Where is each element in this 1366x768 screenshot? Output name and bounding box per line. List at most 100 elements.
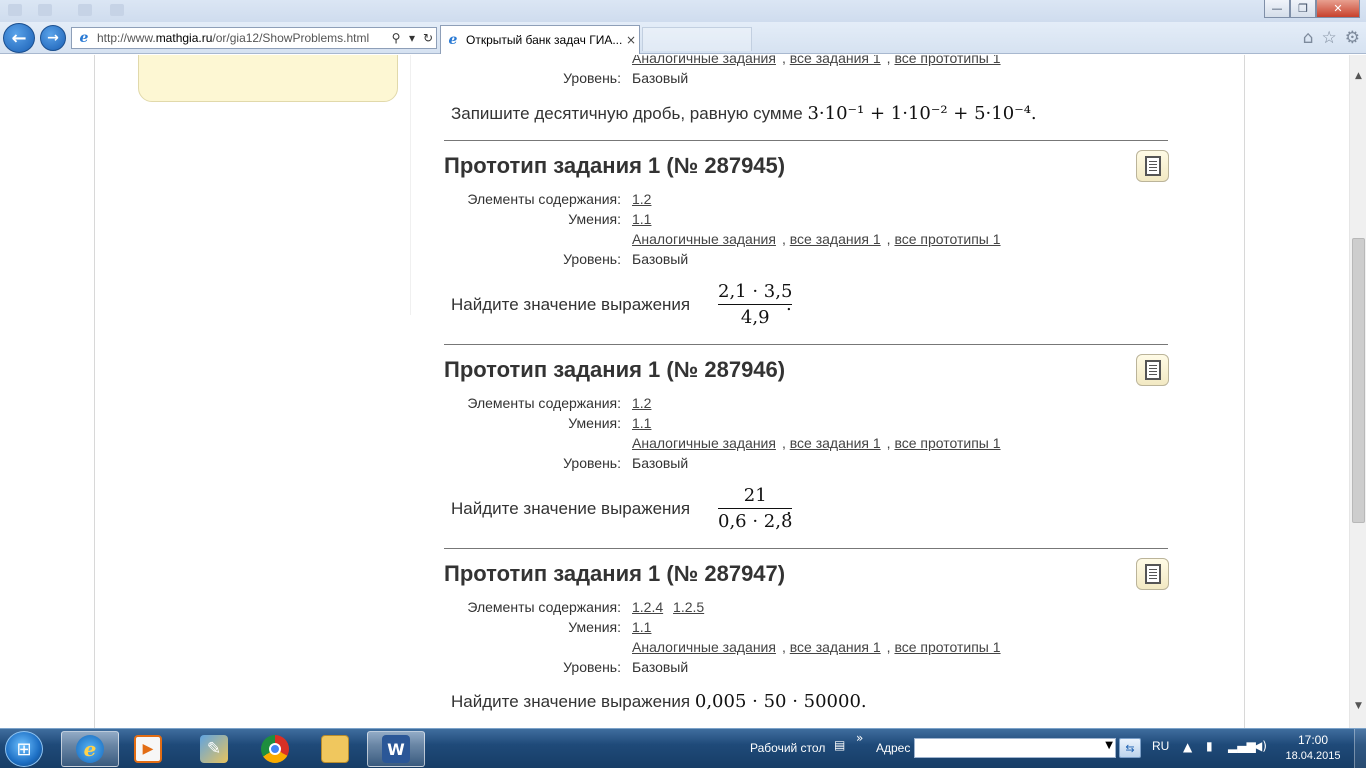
start-button[interactable]: ⊞	[5, 731, 43, 767]
all-tasks-link[interactable]: все задания 1	[790, 639, 881, 655]
all-prototypes-link[interactable]: все прототипы 1	[894, 435, 1000, 451]
favorites-icon[interactable]: ☆	[1322, 28, 1337, 48]
prototype-title: Прототип задания 1 (№ 287945)	[444, 153, 786, 178]
similar-links-row: Аналогичные задания, все задания 1, все …	[632, 231, 1001, 247]
element-link[interactable]: 1.2.4	[632, 599, 663, 615]
scrollbar-thumb[interactable]	[1352, 238, 1365, 523]
scroll-down-arrow[interactable]: ▼	[1350, 697, 1366, 714]
quick-access-icon[interactable]	[110, 4, 124, 16]
element-link[interactable]: 1.2	[632, 191, 651, 207]
all-tasks-link[interactable]: все задания 1	[790, 55, 881, 66]
gear-icon[interactable]: ⚙	[1345, 28, 1360, 48]
internet-explorer-icon: e	[76, 735, 104, 763]
search-icon[interactable]: ⚲	[388, 31, 404, 45]
math-fraction: 2,1 · 3,5 4,9	[718, 281, 793, 328]
home-icon[interactable]: ⌂	[1303, 28, 1314, 48]
skill-link[interactable]: 1.1	[632, 619, 651, 635]
desktop-toolbar-label[interactable]: Рабочий стол	[750, 741, 825, 755]
print-button[interactable]	[1136, 354, 1169, 386]
chevron-right-icon[interactable]: »	[856, 731, 863, 745]
elements-values: 1.2.4 1.2.5	[632, 599, 710, 615]
quick-access-icon[interactable]	[38, 4, 52, 16]
document-icon	[1144, 360, 1161, 380]
show-hidden-icons[interactable]: ▲	[1183, 740, 1192, 754]
divider	[444, 548, 1168, 549]
close-tab-icon[interactable]: ×	[623, 33, 639, 47]
skill-link[interactable]: 1.1	[632, 211, 651, 227]
element-link[interactable]: 1.2.5	[673, 599, 704, 615]
task-statement: Найдите значение выражения 0,005 · 50 · …	[451, 691, 867, 712]
quick-access-icon[interactable]	[8, 4, 22, 16]
elements-label: Элементы содержания:	[467, 599, 621, 615]
show-desktop-button[interactable]	[1354, 729, 1366, 768]
all-tasks-link[interactable]: все задания 1	[790, 231, 881, 247]
vertical-scrollbar[interactable]: ▲ ▼	[1349, 55, 1366, 728]
divider	[444, 140, 1168, 141]
url-text[interactable]: http://www.mathgia.ru/or/gia12/ShowProbl…	[97, 31, 388, 45]
fraction-denominator: 0,6 · 2,8	[718, 511, 793, 532]
sidebar-panel	[138, 55, 398, 102]
new-tab-button[interactable]	[642, 27, 752, 51]
battery-icon[interactable]: ▮	[1206, 739, 1213, 753]
fraction-numerator: 2,1 · 3,5	[718, 281, 793, 302]
language-indicator[interactable]: RU	[1152, 739, 1169, 753]
similar-tasks-link[interactable]: Аналогичные задания	[632, 231, 776, 247]
column-divider	[410, 55, 411, 315]
quick-access-icon[interactable]	[78, 4, 92, 16]
chevron-down-icon[interactable]: ▾	[404, 31, 420, 45]
desktop-toolbar-icon[interactable]: ▤	[834, 738, 845, 752]
print-button[interactable]	[1136, 150, 1169, 182]
skill-link[interactable]: 1.1	[632, 415, 651, 431]
go-button[interactable]: ⇆	[1119, 738, 1141, 758]
similar-tasks-link[interactable]: Аналогичные задания	[632, 435, 776, 451]
similar-links-row: Аналогичные задания, все задания 1, все …	[632, 639, 1001, 655]
divider	[444, 344, 1168, 345]
ie-tab-icon: e	[448, 32, 458, 48]
similar-tasks-link[interactable]: Аналогичные задания	[632, 55, 776, 66]
all-prototypes-link[interactable]: все прототипы 1	[894, 231, 1000, 247]
taskbar-media-button[interactable]: ▶	[119, 731, 177, 767]
all-prototypes-link[interactable]: все прототипы 1	[894, 55, 1000, 66]
word-icon: W	[382, 735, 410, 763]
ie-page-icon: e	[79, 30, 89, 46]
element-link[interactable]: 1.2	[632, 395, 651, 411]
similar-tasks-link[interactable]: Аналогичные задания	[632, 639, 776, 655]
chevron-down-icon[interactable]: ▼	[1105, 740, 1113, 751]
taskbar-ie-button[interactable]: e	[61, 731, 119, 767]
document-icon	[1144, 564, 1161, 584]
skills-label: Умения:	[568, 211, 621, 227]
refresh-icon[interactable]: ↻	[420, 31, 436, 45]
network-signal-icon[interactable]: ▂▄▆	[1228, 739, 1256, 753]
elements-values: 1.2	[632, 191, 657, 207]
address-bar[interactable]: e http://www.mathgia.ru/or/gia12/ShowPro…	[71, 27, 437, 49]
all-prototypes-link[interactable]: все прототипы 1	[894, 639, 1000, 655]
math-expression: 0,005 · 50 · 50000.	[694, 691, 867, 712]
scroll-up-arrow[interactable]: ▲	[1350, 67, 1366, 84]
level-label: Уровень:	[563, 251, 621, 267]
system-clock[interactable]: 17:00 18.04.2015	[1276, 733, 1350, 762]
tab-title: Открытый банк задач ГИА...	[466, 33, 623, 47]
taskbar-explorer-button[interactable]	[306, 731, 364, 767]
back-button[interactable]: ←	[3, 23, 35, 53]
taskbar-paint-button[interactable]: ✎	[185, 731, 243, 767]
skills-label: Умения:	[568, 415, 621, 431]
taskbar-chrome-button[interactable]	[246, 731, 304, 767]
level-value: Базовый	[632, 70, 689, 86]
print-button[interactable]	[1136, 558, 1169, 590]
taskbar-address-input[interactable]: ▼	[914, 738, 1116, 758]
close-button[interactable]: ✕	[1316, 0, 1360, 18]
skills-values: 1.1	[632, 211, 657, 227]
forward-button[interactable]: →	[40, 25, 66, 51]
level-label: Уровень:	[563, 659, 621, 675]
maximize-button[interactable]: ❐	[1290, 0, 1316, 18]
minimize-button[interactable]: —	[1264, 0, 1290, 18]
taskbar-word-button[interactable]: W	[367, 731, 425, 767]
math-fraction: 21 0,6 · 2,8	[718, 485, 793, 532]
paint-icon: ✎	[200, 735, 228, 763]
level-value: Базовый	[632, 251, 689, 267]
similar-links-row: Аналогичные задания, все задания 1, все …	[632, 435, 1001, 451]
volume-icon[interactable]: ◀)	[1253, 739, 1267, 753]
all-tasks-link[interactable]: все задания 1	[790, 435, 881, 451]
tab-active[interactable]: e Открытый банк задач ГИА... ×	[440, 25, 640, 54]
prototype-title: Прототип задания 1 (№ 287947)	[444, 561, 786, 586]
